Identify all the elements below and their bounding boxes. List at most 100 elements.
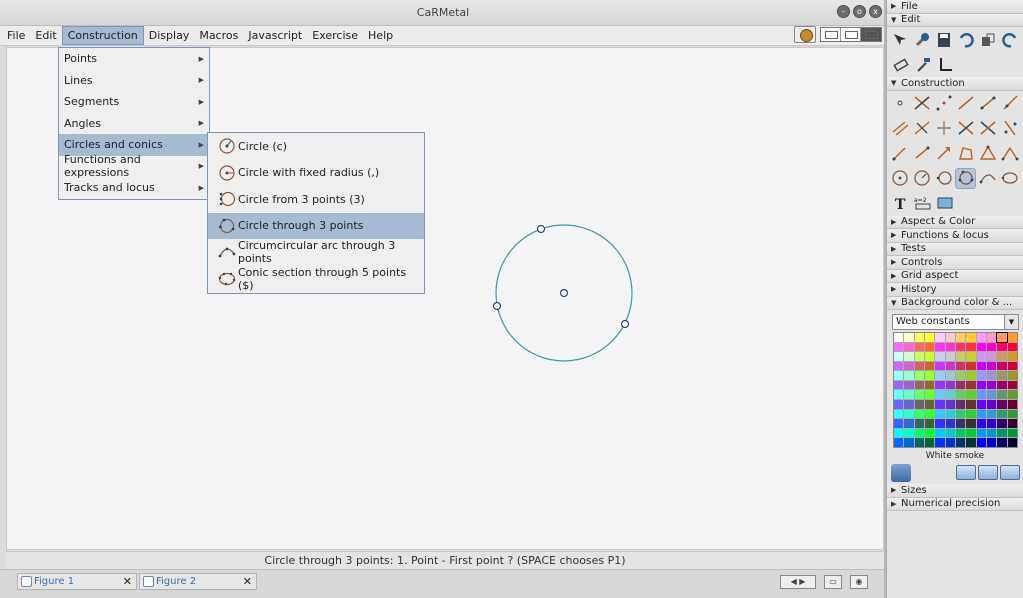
tab-figure-1[interactable]: Figure 1 ✕ xyxy=(17,573,137,590)
color-swatch[interactable] xyxy=(945,371,955,380)
color-swatch[interactable] xyxy=(966,409,976,419)
circle-3pts-tool-icon[interactable] xyxy=(934,168,955,189)
color-swatch[interactable] xyxy=(894,371,904,380)
color-swatch[interactable] xyxy=(966,361,976,371)
color-swatch[interactable] xyxy=(935,361,945,371)
color-swatch[interactable] xyxy=(986,400,997,409)
color-swatch[interactable] xyxy=(945,333,955,342)
menu-edit[interactable]: Edit xyxy=(30,27,61,44)
polygon-tool-icon[interactable] xyxy=(955,143,976,164)
color-swatch[interactable] xyxy=(935,342,945,352)
point-right[interactable] xyxy=(620,319,630,329)
color-swatch[interactable] xyxy=(894,361,904,371)
color-swatch[interactable] xyxy=(894,438,904,447)
color-swatch[interactable] xyxy=(976,361,986,371)
color-swatch[interactable] xyxy=(935,419,945,428)
color-swatch[interactable] xyxy=(894,380,904,390)
color-swatch[interactable] xyxy=(955,428,966,438)
color-swatch[interactable] xyxy=(976,342,986,352)
color-swatch[interactable] xyxy=(914,438,924,447)
menu-javascript[interactable]: Javascript xyxy=(243,27,307,44)
color-swatch[interactable] xyxy=(924,438,935,447)
redo-icon[interactable] xyxy=(999,29,1020,50)
layout-right-icon[interactable] xyxy=(861,28,881,41)
fixed-circle-tool-icon[interactable] xyxy=(912,168,933,189)
color-swatch[interactable] xyxy=(966,400,976,409)
color-swatch[interactable] xyxy=(945,419,955,428)
color-swatch[interactable] xyxy=(914,390,924,400)
fixed-segment-tool-icon[interactable] xyxy=(912,143,933,164)
color-swatch[interactable] xyxy=(924,380,935,390)
submenu-item-circle-through-3-points[interactable]: Circle through 3 points xyxy=(208,212,424,239)
color-swatch[interactable] xyxy=(997,400,1007,409)
minimize-button[interactable]: - xyxy=(837,5,850,18)
panel-section-sizes[interactable]: ▶ Sizes xyxy=(887,484,1023,498)
color-swatch[interactable] xyxy=(945,409,955,419)
color-swatch[interactable] xyxy=(904,438,914,447)
color-swatch[interactable] xyxy=(914,380,924,390)
monkey-icon[interactable] xyxy=(794,26,816,43)
color-swatch[interactable] xyxy=(966,371,976,380)
panel-section-file[interactable]: ▶ File xyxy=(887,0,1023,14)
color-swatch[interactable] xyxy=(914,400,924,409)
color-swatch[interactable] xyxy=(914,361,924,371)
panel-section-functions-locus[interactable]: ▶ Functions & locus xyxy=(887,229,1023,243)
color-swatch[interactable] xyxy=(997,390,1007,400)
triangle-tool-icon[interactable] xyxy=(977,143,998,164)
color-swatch[interactable] xyxy=(997,380,1007,390)
panel-section-edit[interactable]: ▼ Edit xyxy=(887,13,1023,27)
background-image-icon[interactable] xyxy=(891,464,911,482)
color-swatch[interactable] xyxy=(924,342,935,352)
maximize-button[interactable]: o xyxy=(853,5,866,18)
layout-left-icon[interactable] xyxy=(821,28,841,41)
point-top[interactable] xyxy=(536,224,546,234)
color-swatch[interactable] xyxy=(924,371,935,380)
panel-section-controls[interactable]: ▶ Controls xyxy=(887,256,1023,270)
color-swatch[interactable] xyxy=(924,428,935,438)
color-swatch[interactable] xyxy=(996,332,1008,343)
close-button[interactable]: x xyxy=(869,5,882,18)
color-swatch[interactable] xyxy=(935,438,945,447)
color-swatch[interactable] xyxy=(976,371,986,380)
color-swatch[interactable] xyxy=(924,333,935,342)
hammer-icon[interactable] xyxy=(912,54,933,75)
color-swatch[interactable] xyxy=(894,400,904,409)
color-swatch[interactable] xyxy=(966,438,976,447)
color-swatch[interactable] xyxy=(966,352,976,361)
move-tool-icon[interactable] xyxy=(890,29,911,50)
color-swatch[interactable] xyxy=(997,371,1007,380)
color-swatch[interactable] xyxy=(986,352,997,361)
color-swatch[interactable] xyxy=(894,352,904,361)
panel-section-background-color[interactable]: ▼ Background color & ... xyxy=(887,296,1023,310)
color-swatch[interactable] xyxy=(997,438,1007,447)
expression-tool-icon[interactable]: a=2 xyxy=(912,193,933,214)
color-swatch[interactable] xyxy=(924,400,935,409)
color-swatch[interactable] xyxy=(894,409,904,419)
color-swatch[interactable] xyxy=(904,352,914,361)
color-swatch[interactable] xyxy=(914,333,924,342)
color-swatch[interactable] xyxy=(976,409,986,419)
wrench-icon[interactable] xyxy=(912,29,933,50)
color-swatch[interactable] xyxy=(914,419,924,428)
arrow-tool-icon[interactable] xyxy=(934,143,955,164)
color-swatch[interactable] xyxy=(935,409,945,419)
color-swatch[interactable] xyxy=(966,390,976,400)
color-swatch[interactable] xyxy=(955,438,966,447)
web-constants-select[interactable]: Web constants ▼ xyxy=(892,314,1019,330)
submenu-item-conic-section[interactable]: Conic section through 5 points ($) xyxy=(208,266,424,293)
color-swatch[interactable] xyxy=(955,419,966,428)
perpendicular-tool-icon[interactable] xyxy=(912,118,933,139)
color-swatch[interactable] xyxy=(894,428,904,438)
circle-tool-icon[interactable] xyxy=(890,168,911,189)
color-swatch[interactable] xyxy=(955,409,966,419)
color-swatch[interactable] xyxy=(986,438,997,447)
color-swatch[interactable] xyxy=(1007,371,1017,380)
midpoint-tool-icon[interactable] xyxy=(934,93,955,114)
color-swatch[interactable] xyxy=(935,352,945,361)
color-swatch[interactable] xyxy=(904,400,914,409)
menu-file[interactable]: File xyxy=(2,27,30,44)
save-icon[interactable] xyxy=(934,29,955,50)
bisector-tool-icon[interactable] xyxy=(934,118,955,139)
menu-item-angles[interactable]: Angles ▶ xyxy=(59,113,209,135)
color-swatch[interactable] xyxy=(997,342,1007,352)
